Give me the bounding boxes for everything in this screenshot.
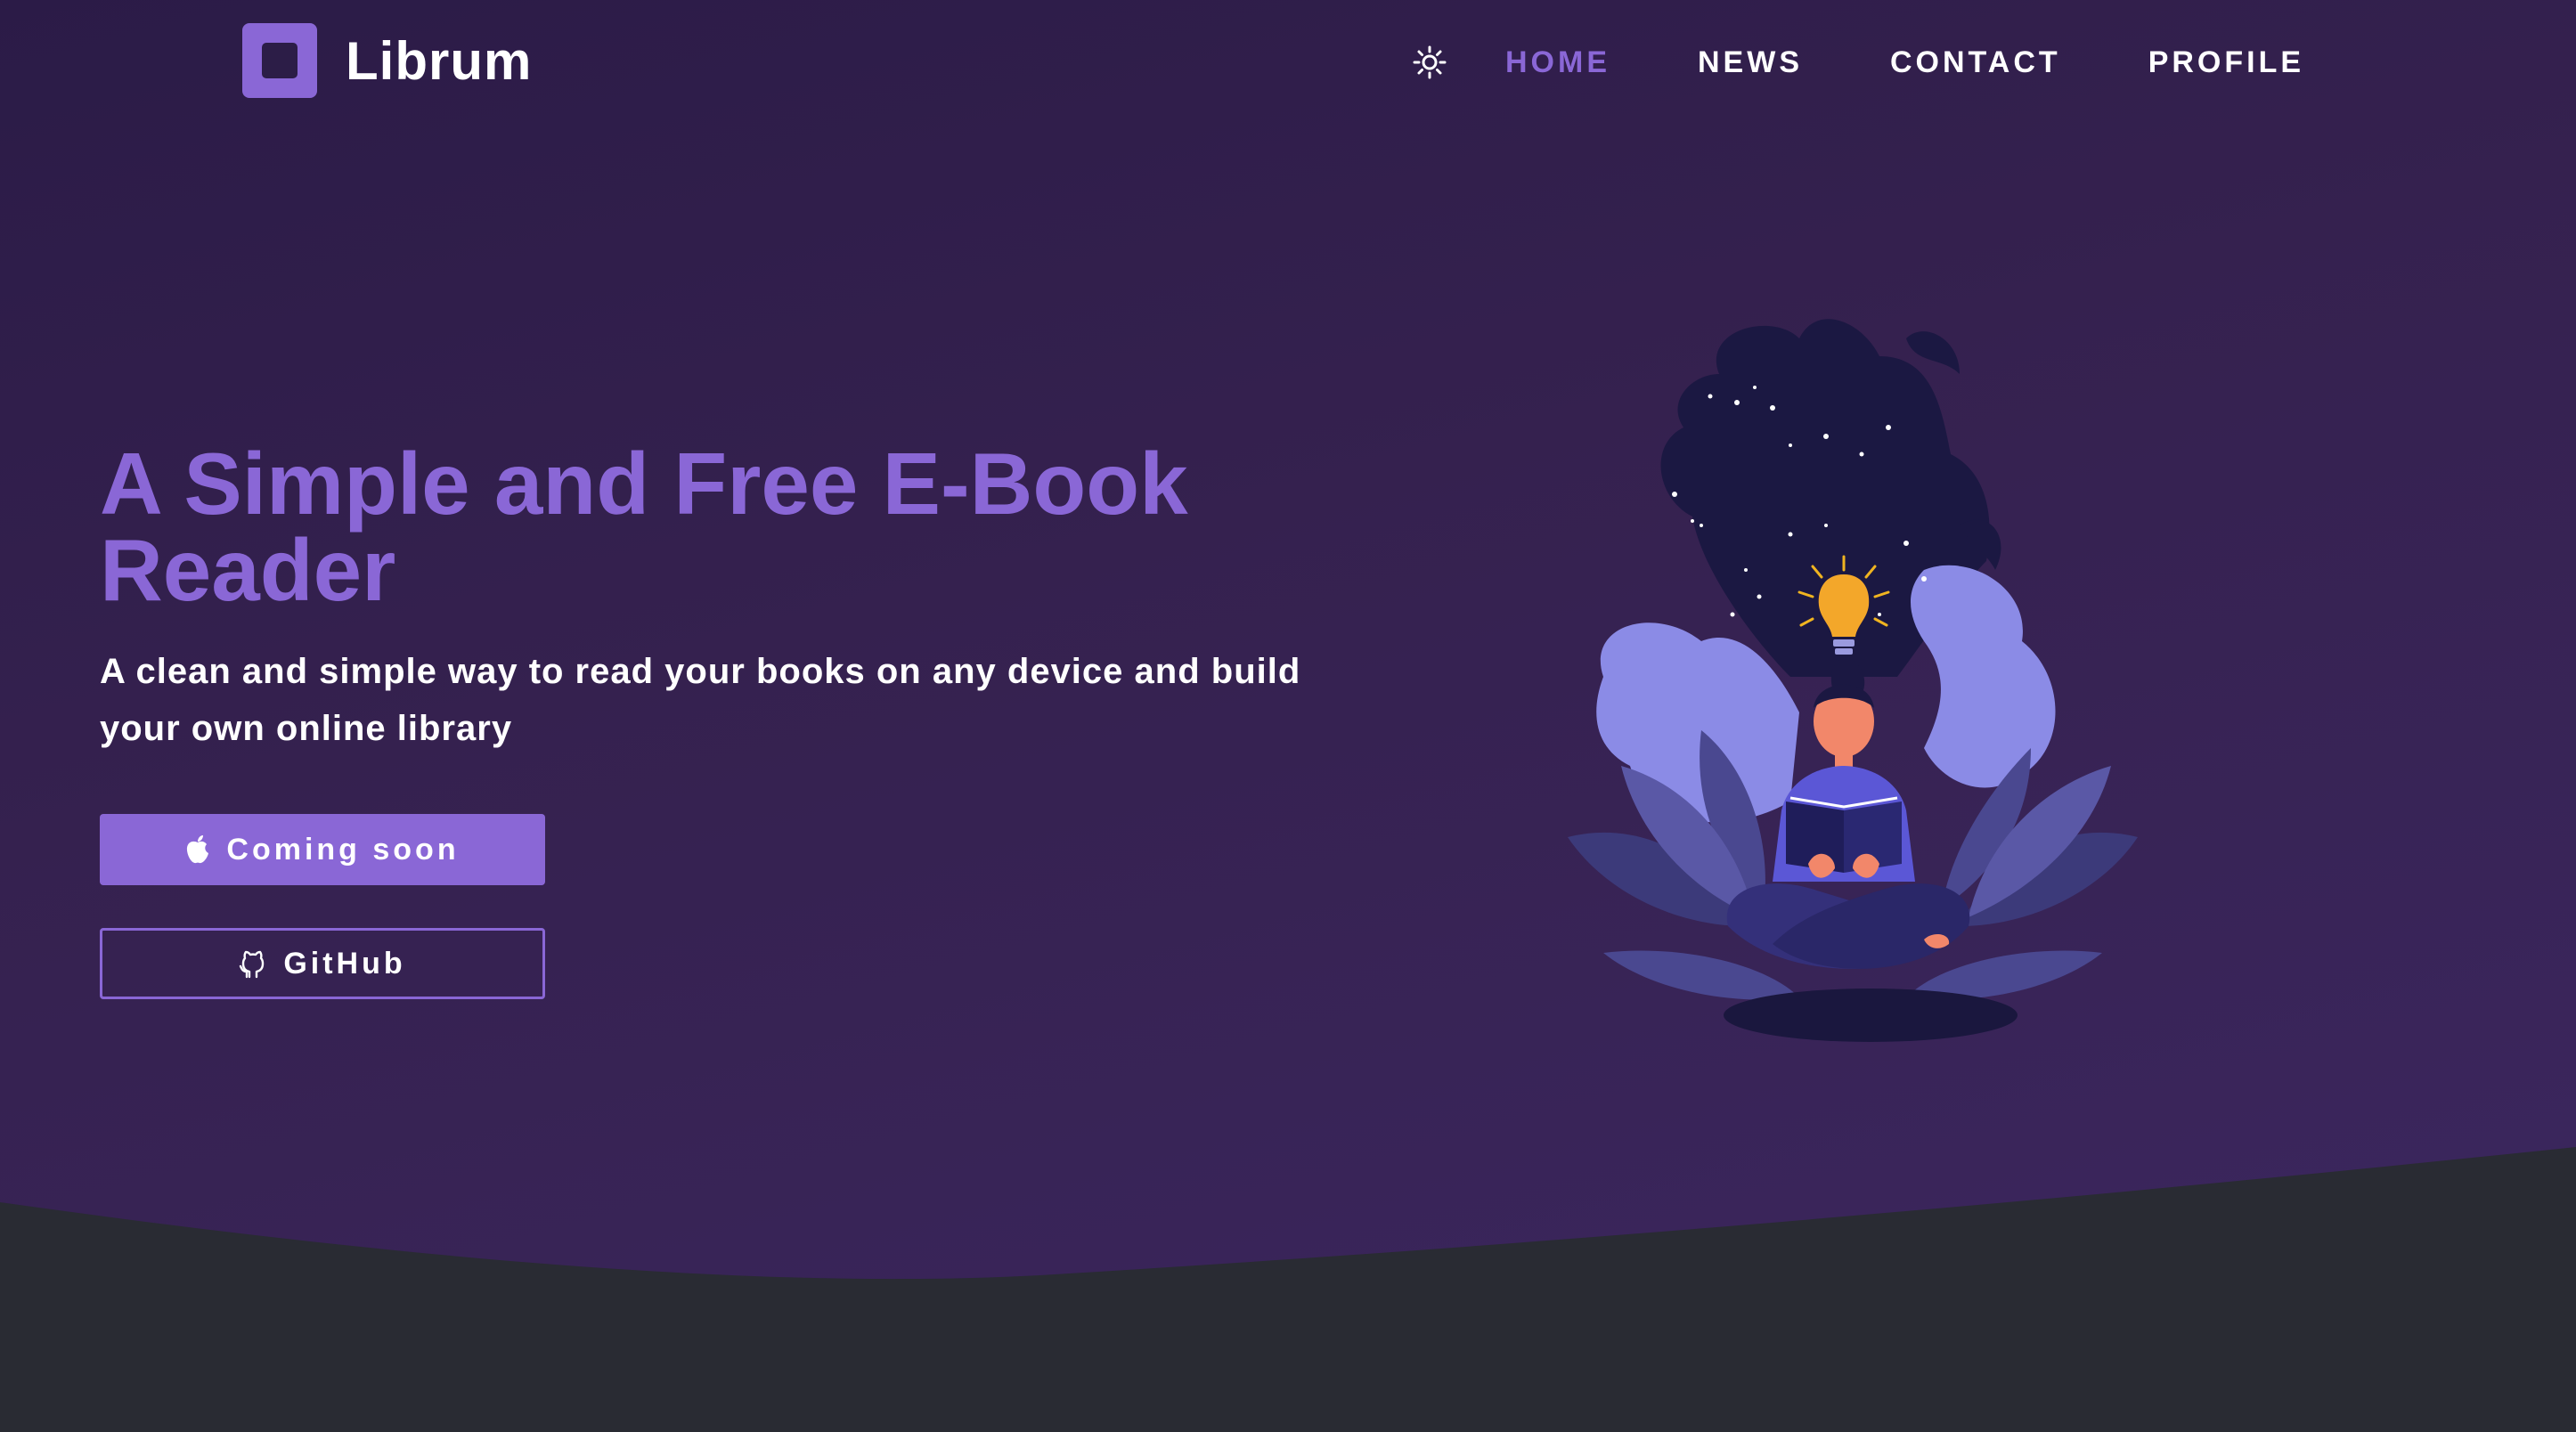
theme-toggle-button[interactable] — [1407, 40, 1452, 85]
logo-icon — [242, 23, 317, 98]
coming-soon-button[interactable]: Coming soon — [100, 814, 545, 885]
nav-contact[interactable]: CONTACT — [1890, 45, 2061, 80]
brand-name: Librum — [346, 30, 533, 91]
github-button[interactable]: GitHub — [100, 928, 545, 999]
coming-soon-label: Coming soon — [226, 832, 460, 867]
brand-logo[interactable]: Librum — [242, 23, 532, 98]
landing-page: Librum HOME NEWS CONTACT PROFILE A Simpl… — [0, 0, 2576, 1432]
site-header: Librum HOME NEWS CONTACT PROFILE — [0, 0, 2576, 125]
apple-icon — [187, 835, 209, 864]
hero-subtitle-line1: A clean and simple way to read your book… — [100, 652, 1301, 691]
main-nav: HOME NEWS CONTACT PROFILE — [1407, 39, 2304, 85]
github-icon — [240, 950, 265, 979]
hero-title: A Simple and Free E-Book Reader — [100, 440, 1258, 614]
github-label: GitHub — [283, 946, 406, 980]
reader-illustration — [1568, 319, 2138, 1042]
nav-home[interactable]: HOME — [1505, 45, 1610, 80]
nav-profile[interactable]: PROFILE — [2148, 45, 2304, 80]
hero-subtitle-line2: your own online library — [100, 709, 513, 748]
hero-title-line2: Reader — [100, 521, 396, 619]
hero-title-line1: A Simple and Free E-Book — [100, 435, 1188, 533]
nav-news[interactable]: NEWS — [1698, 45, 1803, 80]
sun-icon — [1413, 45, 1447, 79]
hero-subtitle: A clean and simple way to read your book… — [100, 643, 1347, 757]
footer-wave — [0, 1147, 2576, 1432]
